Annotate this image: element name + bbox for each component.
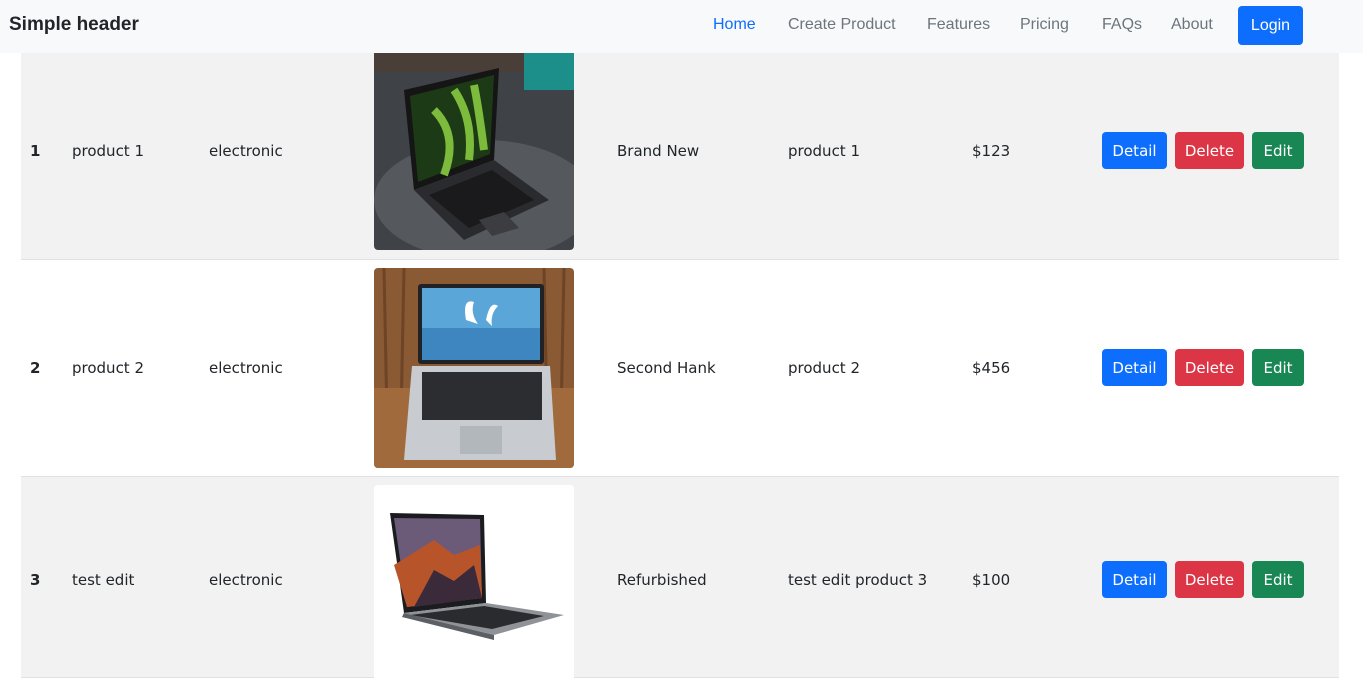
product-condition: Refurbished (617, 571, 707, 589)
table-row: 3 test edit electronic Refurbished test … (21, 477, 1339, 685)
delete-button[interactable]: Delete (1175, 561, 1244, 598)
detail-button[interactable]: Detail (1102, 561, 1167, 598)
product-description: product 2 (788, 359, 861, 377)
product-price: $456 (972, 359, 1011, 377)
navbar: Simple header Home Create Product Featur… (0, 0, 1363, 53)
table-row: 1 product 1 electronic Brand New product… (21, 42, 1339, 260)
product-description: test edit product 3 (788, 571, 928, 589)
product-category: electronic (209, 142, 283, 160)
detail-button[interactable]: Detail (1102, 132, 1167, 169)
product-image (374, 268, 574, 468)
laptop-photo-1-icon (374, 50, 574, 250)
product-price: $100 (972, 571, 1011, 589)
product-id: 1 (30, 142, 41, 160)
product-condition: Brand New (617, 142, 700, 160)
edit-button[interactable]: Edit (1252, 132, 1304, 169)
nav-link-pricing[interactable]: Pricing (1020, 16, 1069, 34)
detail-button[interactable]: Detail (1102, 349, 1167, 386)
delete-button[interactable]: Delete (1175, 349, 1244, 386)
edit-button[interactable]: Edit (1252, 561, 1304, 598)
brand-title[interactable]: Simple header (9, 14, 139, 36)
product-id: 3 (30, 571, 41, 589)
product-name: product 1 (72, 142, 145, 160)
delete-button[interactable]: Delete (1175, 132, 1244, 169)
nav-link-about[interactable]: About (1171, 16, 1213, 34)
edit-button[interactable]: Edit (1252, 349, 1304, 386)
nav-link-create-product[interactable]: Create Product (788, 16, 896, 34)
product-condition: Second Hank (617, 359, 716, 377)
table-row: 2 product 2 electronic Second Hank produ… (21, 260, 1339, 477)
product-price: $123 (972, 142, 1011, 160)
login-button[interactable]: Login (1238, 6, 1303, 45)
product-category: electronic (209, 359, 283, 377)
laptop-photo-2-icon (374, 268, 574, 468)
product-name: test edit (72, 571, 135, 589)
product-image (374, 485, 574, 685)
product-description: product 1 (788, 142, 861, 160)
laptop-photo-3-icon (374, 485, 574, 685)
nav-link-faqs[interactable]: FAQs (1102, 16, 1142, 34)
product-id: 2 (30, 359, 41, 377)
product-category: electronic (209, 571, 283, 589)
product-name: product 2 (72, 359, 145, 377)
product-image (374, 50, 574, 250)
nav-link-features[interactable]: Features (927, 16, 990, 34)
nav-link-home[interactable]: Home (713, 16, 756, 34)
